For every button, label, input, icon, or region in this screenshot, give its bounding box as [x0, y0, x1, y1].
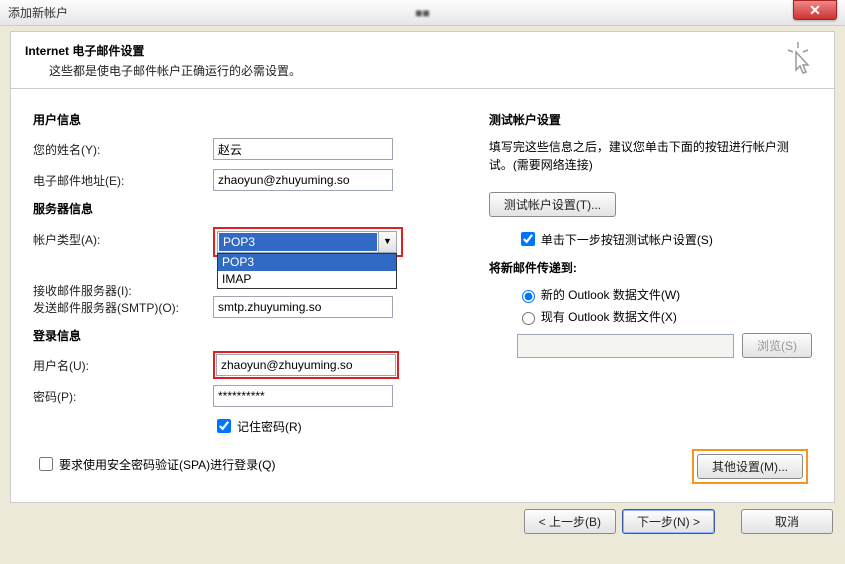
right-column: 测试帐户设置 填写完这些信息之后，建议您单击下面的按钮进行帐户测试。(需要网络连… [485, 111, 812, 492]
account-type-combo[interactable]: POP3 ▼ [217, 231, 397, 253]
title-center-blur: ■■ [415, 6, 430, 20]
label-radio-new: 新的 Outlook 数据文件(W) [541, 286, 680, 303]
header-title: Internet 电子邮件设置 [25, 42, 820, 59]
your-name-input[interactable] [213, 138, 393, 160]
other-settings-button[interactable]: 其他设置(M)... [697, 454, 803, 479]
close-button[interactable]: ✕ [793, 0, 837, 20]
next-button[interactable]: 下一步(N) > [622, 509, 715, 534]
account-type-option-pop3[interactable]: POP3 [218, 254, 396, 271]
section-deliver-title: 将新邮件传递到: [489, 259, 812, 276]
window-title: 添加新帐户 [8, 4, 68, 21]
other-settings-highlight: 其他设置(M)... [692, 449, 808, 484]
cursor-icon [786, 42, 816, 79]
account-type-highlight: POP3 ▼ POP3 IMAP [213, 227, 403, 257]
label-username: 用户名(U): [33, 357, 213, 374]
label-your-name: 您的姓名(Y): [33, 141, 213, 158]
outgoing-input[interactable] [213, 296, 393, 318]
label-outgoing: 发送邮件服务器(SMTP)(O): [33, 299, 213, 316]
label-account-type: 帐户类型(A): [33, 227, 213, 248]
chevron-down-icon[interactable]: ▼ [378, 232, 396, 252]
title-bar: 添加新帐户 ■■ ✕ [0, 0, 845, 26]
remember-password-checkbox[interactable] [217, 419, 231, 433]
spa-checkbox[interactable] [39, 457, 53, 471]
section-login-info: 登录信息 [33, 327, 485, 344]
section-server-info: 服务器信息 [33, 200, 485, 217]
label-radio-existing: 现有 Outlook 数据文件(X) [541, 308, 677, 325]
account-type-option-imap[interactable]: IMAP [218, 271, 396, 288]
label-remember-password: 记住密码(R) [237, 418, 302, 435]
left-column: 用户信息 您的姓名(Y): 电子邮件地址(E): 服务器信息 帐户类型(A): … [33, 111, 485, 492]
test-description: 填写完这些信息之后，建议您单击下面的按钮进行帐户测试。(需要网络连接) [489, 138, 812, 174]
header-subtitle: 这些都是使电子邮件帐户正确运行的必需设置。 [49, 62, 820, 79]
label-incoming: 接收邮件服务器(I): [33, 282, 213, 299]
label-test-next: 单击下一步按钮测试帐户设置(S) [541, 231, 713, 248]
header-panel: Internet 电子邮件设置 这些都是使电子邮件帐户正确运行的必需设置。 [10, 31, 835, 89]
data-file-path-input [517, 334, 734, 358]
section-test-title: 测试帐户设置 [489, 111, 812, 128]
password-input[interactable] [213, 385, 393, 407]
browse-button: 浏览(S) [742, 333, 812, 358]
label-password: 密码(P): [33, 388, 213, 405]
username-highlight [213, 351, 399, 379]
footer-bar: < 上一步(B) 下一步(N) > 取消 [12, 509, 833, 534]
test-next-checkbox[interactable] [521, 232, 535, 246]
back-button[interactable]: < 上一步(B) [524, 509, 616, 534]
cancel-button[interactable]: 取消 [741, 509, 833, 534]
section-user-info: 用户信息 [33, 111, 485, 128]
test-account-button[interactable]: 测试帐户设置(T)... [489, 192, 616, 217]
username-input[interactable] [216, 354, 396, 376]
label-email: 电子邮件地址(E): [33, 172, 213, 189]
radio-existing-file[interactable] [522, 312, 535, 325]
radio-new-file[interactable] [522, 290, 535, 303]
email-input[interactable] [213, 169, 393, 191]
account-type-selected: POP3 [219, 233, 377, 251]
label-spa: 要求使用安全密码验证(SPA)进行登录(Q) [59, 456, 275, 473]
content-panel: 用户信息 您的姓名(Y): 电子邮件地址(E): 服务器信息 帐户类型(A): … [10, 89, 835, 503]
account-type-dropdown: POP3 IMAP [217, 253, 397, 289]
